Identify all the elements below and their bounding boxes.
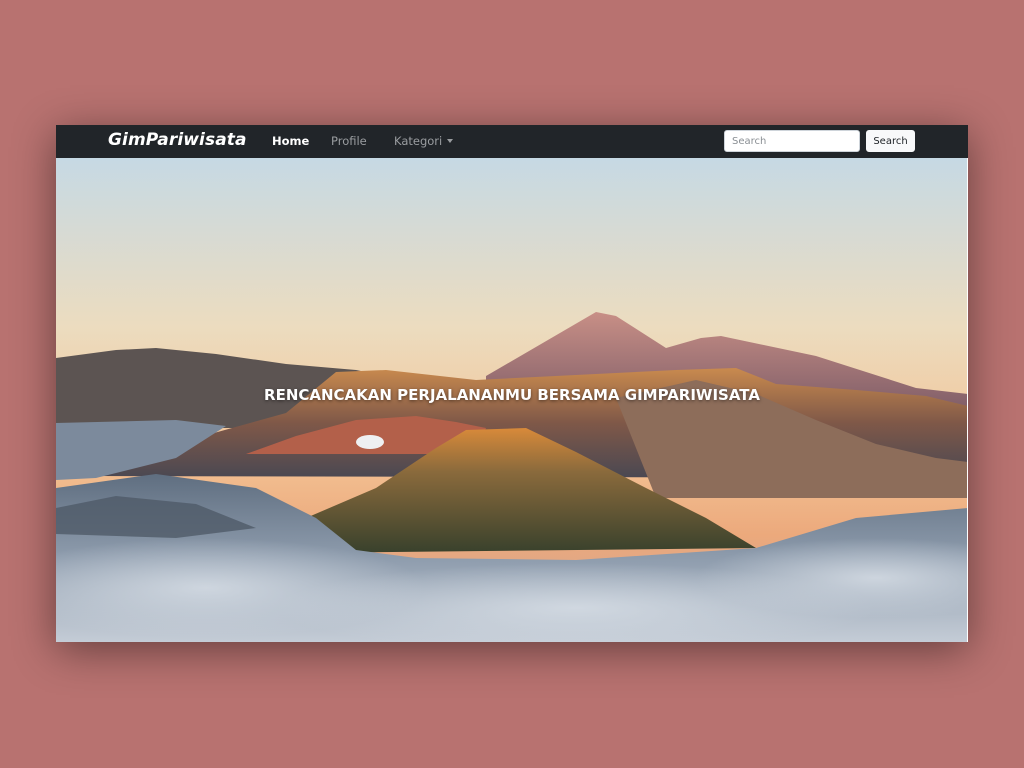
- nav-item-profile[interactable]: Profile: [331, 134, 367, 148]
- search-button[interactable]: Search: [866, 130, 915, 152]
- search-input[interactable]: [724, 130, 860, 152]
- hero-title: RENCANCAKAN PERJALANANMU BERSAMA GIMPARI…: [264, 386, 760, 404]
- brand-logo[interactable]: GimPariwisata: [108, 130, 247, 150]
- nav-item-kategori-label: Kategori: [394, 134, 443, 148]
- caret-down-icon: [447, 139, 454, 143]
- browser-window: GimPariwisata Home Profile Kategori Sear…: [56, 125, 968, 642]
- hero-banner: RENCANCAKAN PERJALANANMU BERSAMA GIMPARI…: [56, 158, 968, 642]
- navbar: GimPariwisata Home Profile Kategori Sear…: [56, 125, 968, 158]
- nav-item-home[interactable]: Home: [272, 134, 309, 148]
- window-edge: [967, 158, 968, 642]
- nav-item-kategori[interactable]: Kategori: [394, 134, 454, 148]
